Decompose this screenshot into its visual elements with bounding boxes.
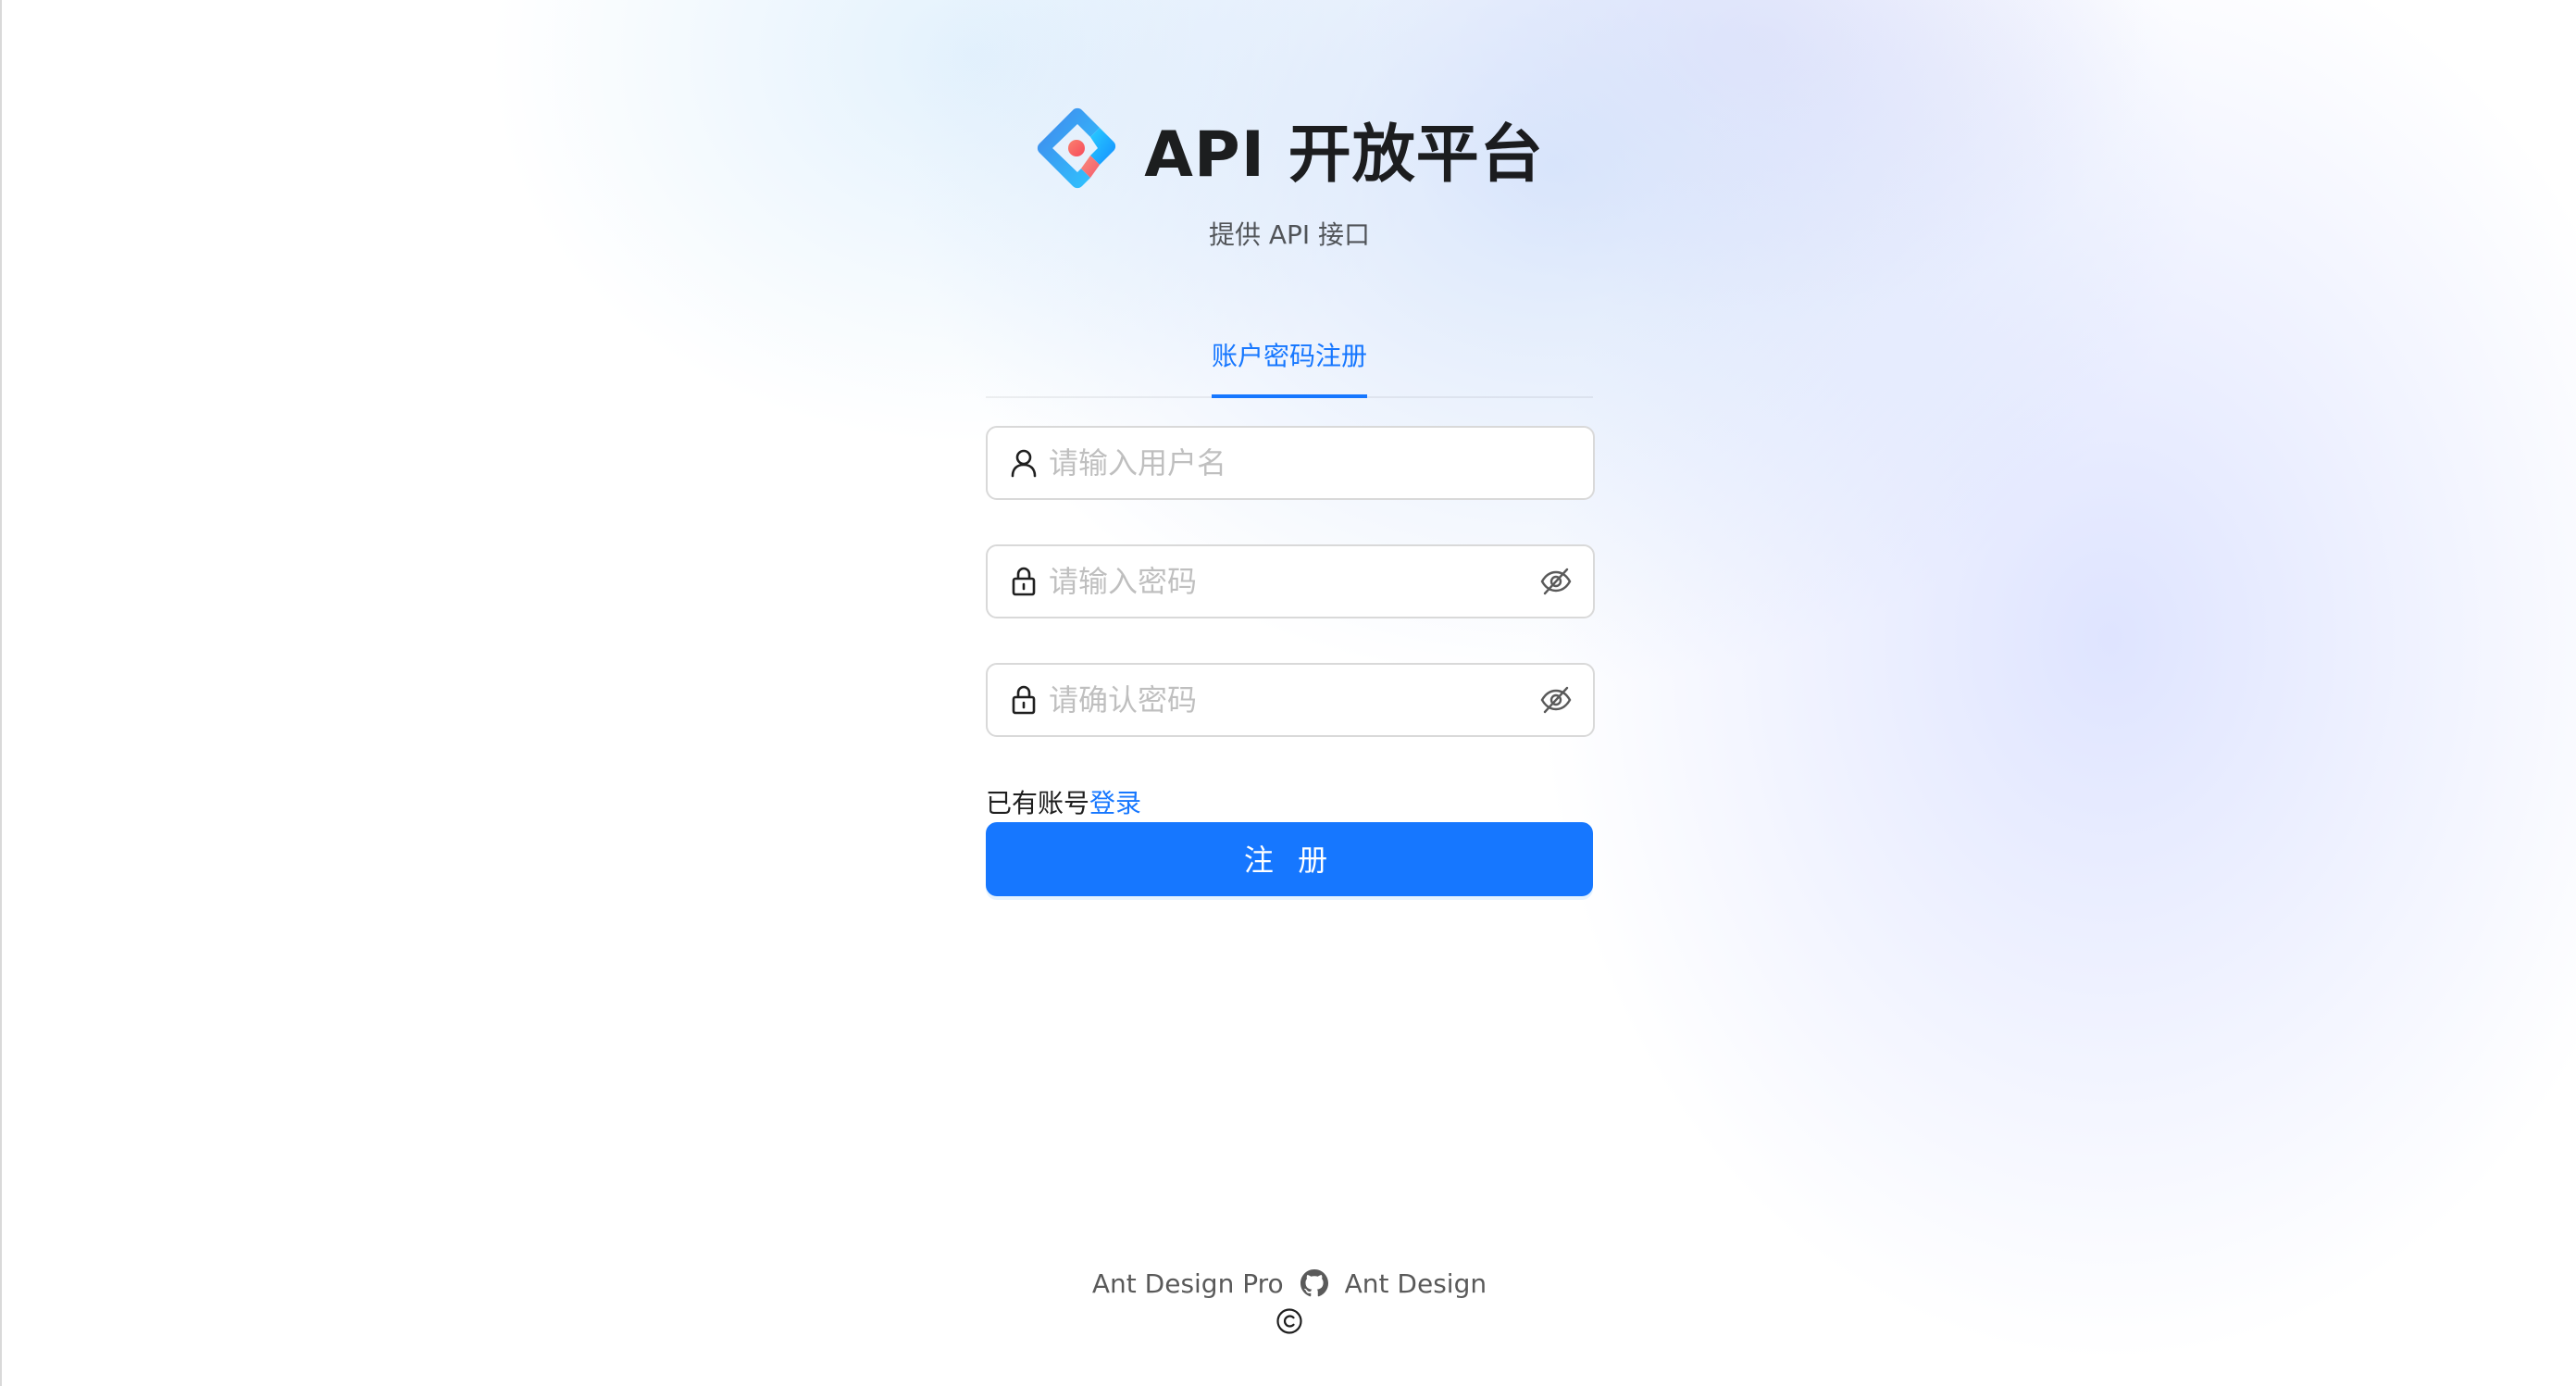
footer-link-ant-design[interactable]: Ant Design [1345, 1268, 1487, 1299]
copyright-icon [1276, 1308, 1302, 1334]
app-subtitle: 提供 API 接口 [1208, 219, 1371, 250]
has-account-text: 已有账号 [986, 788, 1090, 818]
footer: Ant Design Pro Ant Design [986, 1263, 1593, 1335]
login-link[interactable]: 登录 [1089, 788, 1141, 818]
copyright [986, 1307, 1593, 1335]
username-field [986, 426, 1595, 500]
tab-ink-bar [1212, 394, 1367, 398]
header: API 开放平台 提供 API 接口 [986, 102, 1593, 252]
eye-invisible-icon[interactable] [1539, 565, 1573, 598]
tab-account-password-register[interactable]: 账户密码注册 [1212, 333, 1367, 396]
login-prompt: 已有账号登录 [986, 783, 1141, 820]
window-edge [0, 0, 2, 1386]
title-row: API 开放平台 [986, 102, 1593, 194]
password-field [986, 544, 1595, 618]
lock-icon [1012, 567, 1036, 596]
lock-icon [1012, 685, 1036, 715]
logo-icon [1038, 107, 1116, 189]
register-button[interactable]: 注 册 [986, 822, 1593, 896]
confirm-password-field [986, 663, 1595, 737]
tab-bar: 账户密码注册 [986, 333, 1593, 398]
footer-links: Ant Design Pro Ant Design [986, 1263, 1593, 1304]
username-input[interactable] [1049, 435, 1593, 491]
github-icon[interactable] [1300, 1269, 1328, 1297]
eye-invisible-icon[interactable] [1539, 683, 1573, 717]
password-input[interactable] [1049, 554, 1539, 609]
user-icon [1011, 449, 1037, 478]
footer-link-ant-design-pro[interactable]: Ant Design Pro [1092, 1268, 1284, 1299]
app-title: API 开放平台 [1144, 118, 1544, 192]
confirm-password-input[interactable] [1049, 672, 1539, 728]
